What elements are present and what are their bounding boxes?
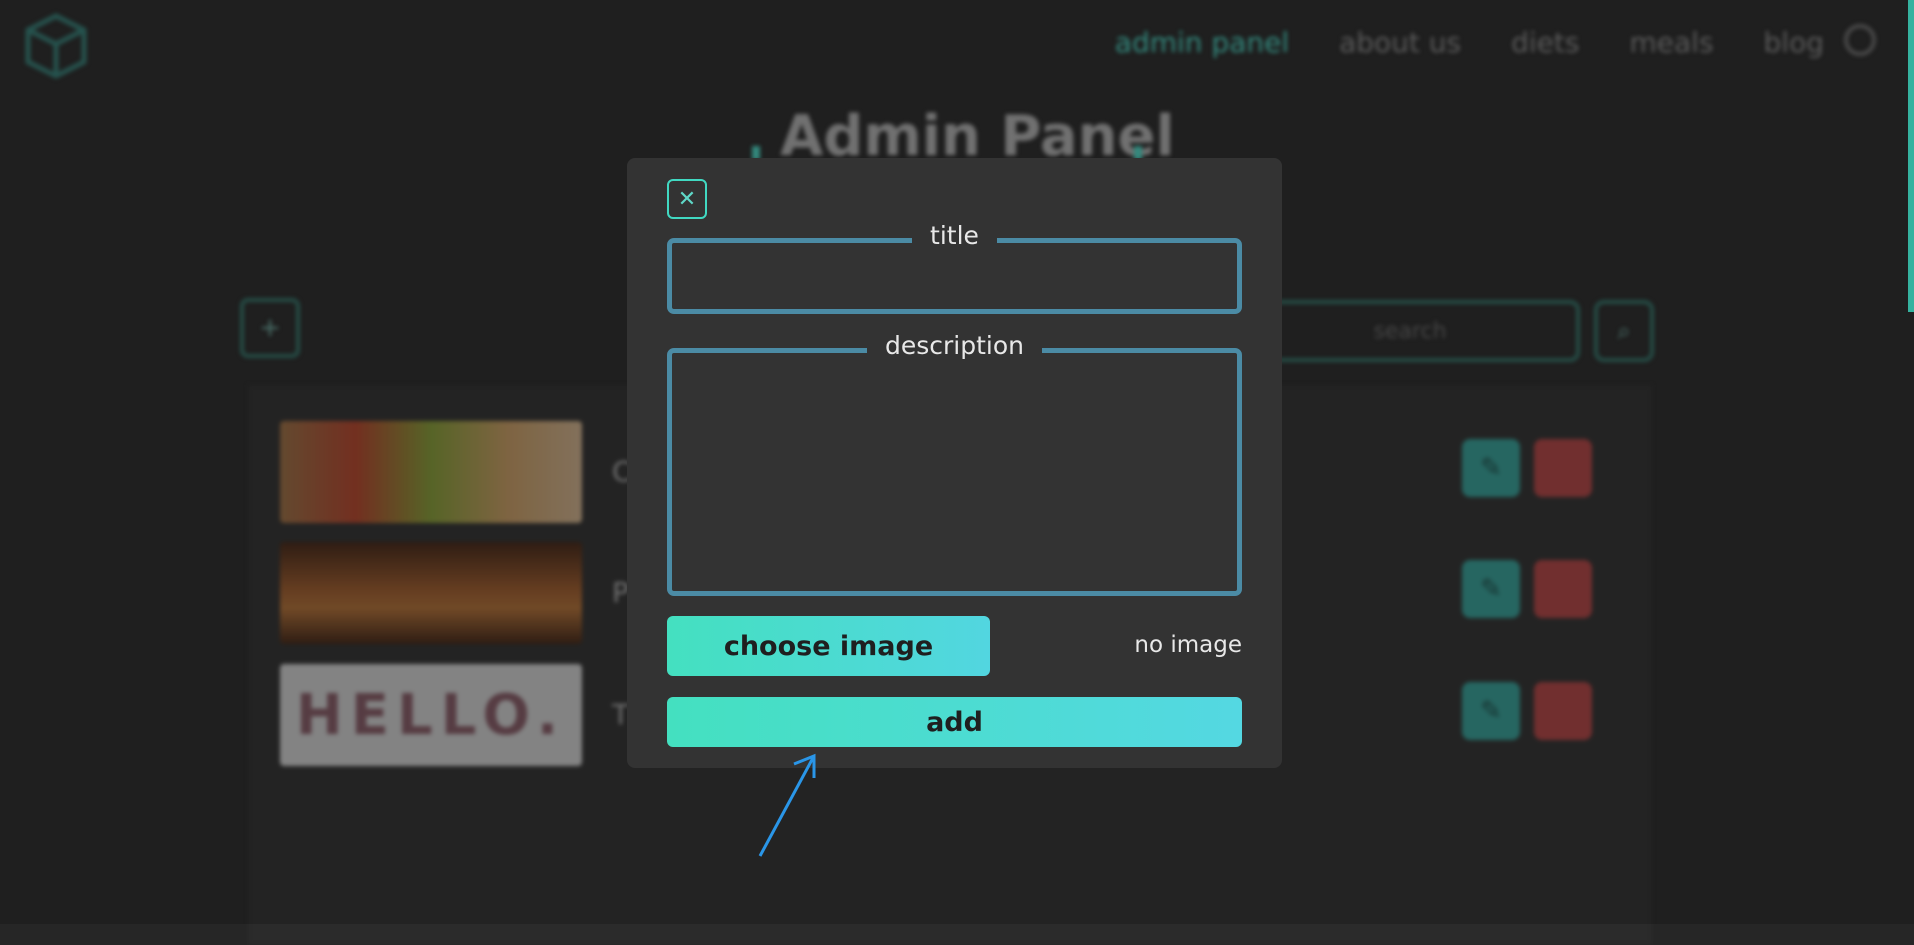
image-status-text: no image [1134, 632, 1242, 658]
add-button[interactable]: add [667, 697, 1242, 747]
title-field[interactable]: title [667, 221, 1242, 314]
choose-image-button[interactable]: choose image [667, 616, 990, 676]
pointer-arrow-annotation [758, 753, 816, 857]
close-icon: ✕ [677, 186, 697, 212]
title-label: title [912, 221, 997, 250]
close-button[interactable]: ✕ [667, 179, 707, 219]
description-field[interactable]: description [667, 331, 1242, 596]
description-label: description [866, 331, 1042, 360]
add-item-modal: ✕ title description choose image no imag… [627, 158, 1282, 768]
